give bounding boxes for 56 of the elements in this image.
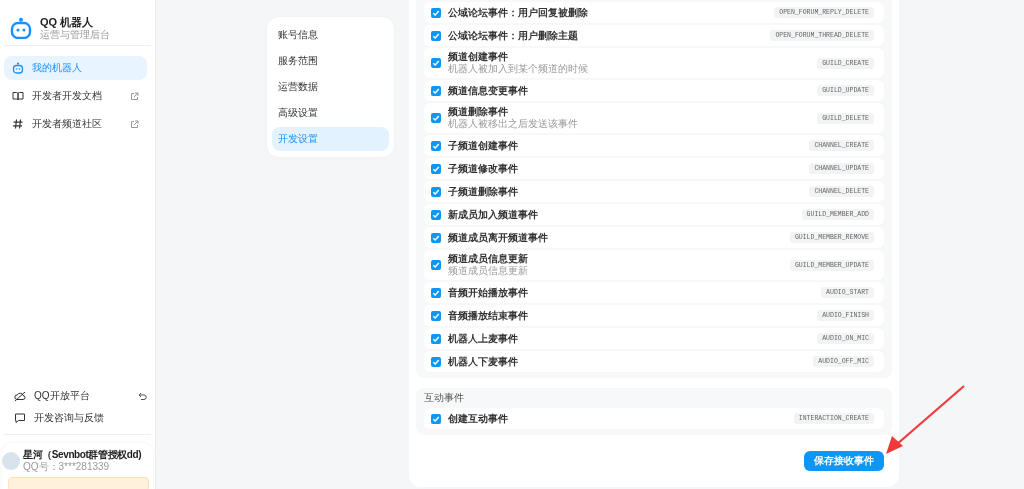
swap-icon[interactable] xyxy=(138,391,147,401)
submenu-item[interactable]: 高级设置 xyxy=(272,101,389,125)
event-title: 公域论坛事件：用户删除主题 xyxy=(448,29,579,42)
event-description: 机器人被移出之后发送该事件 xyxy=(448,118,579,130)
checkbox[interactable] xyxy=(431,209,441,220)
submenu-item[interactable]: 账号信息 xyxy=(272,23,389,47)
hash-icon xyxy=(12,118,24,130)
checkbox[interactable] xyxy=(431,186,441,197)
checkbox[interactable] xyxy=(431,232,441,243)
checkbox[interactable] xyxy=(431,113,441,123)
event-title: 音频播放结束事件 xyxy=(448,309,529,322)
user-qq-number: QQ号：3***281339 xyxy=(23,461,111,473)
checkbox[interactable] xyxy=(431,310,441,321)
event-title: 频道删除事件 xyxy=(448,106,509,118)
event-title: 频道信息变更事件 xyxy=(448,84,529,97)
group-title: 互动事件 xyxy=(424,391,465,405)
event-title: 频道创建事件 xyxy=(448,51,509,63)
app-subtitle: 运营与管理后台 xyxy=(40,28,110,41)
cloud-icon xyxy=(14,390,26,402)
event-title: 频道成员离开频道事件 xyxy=(448,231,549,244)
checkbox[interactable] xyxy=(431,260,441,270)
checkbox[interactable] xyxy=(431,356,441,367)
app-title: QQ 机器人 xyxy=(40,15,95,29)
event-description: 机器人被加入到某个频道的时候 xyxy=(448,63,589,75)
submenu-item[interactable]: 运营数据 xyxy=(272,75,389,99)
checkbox[interactable] xyxy=(431,333,441,344)
nav-item[interactable]: 开发者频道社区 xyxy=(4,112,147,136)
checkbox[interactable] xyxy=(431,413,441,424)
checkbox[interactable] xyxy=(431,30,441,41)
event-title: 机器人下麦事件 xyxy=(448,355,519,368)
event-title: 音频开始播放事件 xyxy=(448,286,529,299)
robot-icon xyxy=(12,62,24,74)
event-title: 机器人上麦事件 xyxy=(448,332,519,345)
checkbox[interactable] xyxy=(431,140,441,151)
event-description: 频道成员信息更新 xyxy=(448,265,529,277)
chat-icon xyxy=(14,412,26,424)
event-title: 公域论坛事件：用户回复被删除 xyxy=(448,6,589,19)
checkbox[interactable] xyxy=(431,7,441,18)
footer-link[interactable]: QQ开放平台 xyxy=(14,386,147,406)
avatar xyxy=(2,452,20,470)
event-title: 子频道修改事件 xyxy=(448,162,519,175)
event-title: 子频道创建事件 xyxy=(448,139,519,152)
footer-link[interactable]: 开发咨询与反馈 xyxy=(14,408,147,428)
user-name: 星河（Sevnbot群管授权dd) xyxy=(23,449,142,461)
event-title: 新成员加入频道事件 xyxy=(448,208,539,221)
event-title: 子频道删除事件 xyxy=(448,185,519,198)
book-icon xyxy=(12,90,24,102)
event-title: 创建互动事件 xyxy=(448,412,509,425)
nav-item[interactable]: 开发者开发文档 xyxy=(4,84,147,108)
checkbox[interactable] xyxy=(431,58,441,68)
checkbox[interactable] xyxy=(431,287,441,298)
robot-logo-icon xyxy=(10,17,32,39)
checkbox[interactable] xyxy=(431,85,441,96)
event-title: 频道成员信息更新 xyxy=(448,253,529,265)
submenu-item[interactable]: 服务范围 xyxy=(272,49,389,73)
checkbox[interactable] xyxy=(431,163,441,174)
